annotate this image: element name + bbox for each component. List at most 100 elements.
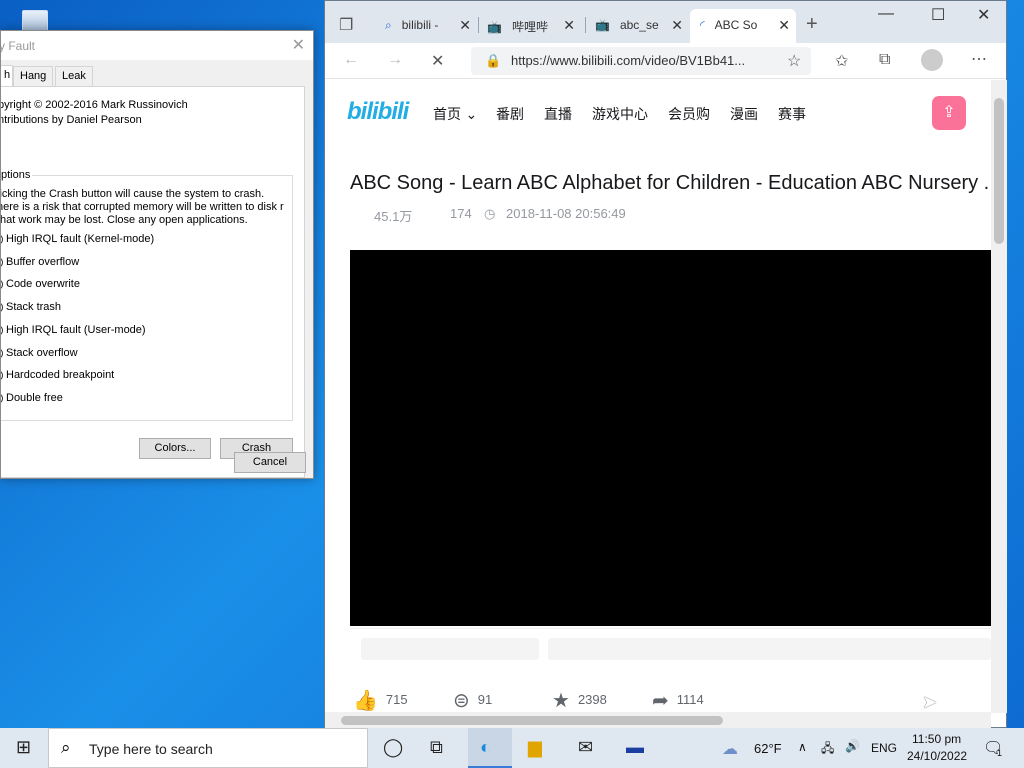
forward-icon[interactable]: → — [387, 51, 403, 69]
clock-date[interactable]: 24/10/2022 — [907, 749, 967, 763]
close-tab-icon[interactable]: ✕ — [778, 17, 790, 34]
tab-hang[interactable]: Hang — [13, 66, 54, 86]
radio-selected-icon[interactable] — [1, 233, 3, 245]
skeleton-placeholder — [548, 638, 991, 660]
option-radio[interactable]: Double free — [1, 392, 63, 408]
coin-button[interactable]: ⊜ 91 — [453, 688, 492, 712]
star-icon: ★ — [552, 690, 570, 712]
nav-manga[interactable]: 漫画 — [730, 104, 758, 124]
weather-cloud-icon[interactable]: ☁ — [722, 739, 738, 759]
horizontal-scrollbar[interactable] — [325, 712, 991, 728]
windows-start-icon[interactable]: ⊞ — [16, 737, 31, 758]
edge-icon: ◐ — [480, 737, 491, 757]
option-radio[interactable]: High IRQL fault (User-mode) — [1, 324, 146, 340]
search-icon: ⌕ — [61, 738, 71, 757]
crash-panel: pyright © 2002-2016 Mark Russinovich ntr… — [0, 86, 305, 478]
mouse-pointer-icon: ➤ — [922, 692, 938, 712]
vertical-scrollbar[interactable] — [991, 80, 1007, 713]
copyright-text: pyright © 2002-2016 Mark Russinovich — [0, 99, 188, 111]
radio-icon[interactable] — [1, 369, 3, 381]
network-icon[interactable]: 🖧 — [821, 739, 834, 760]
radio-icon[interactable] — [1, 347, 3, 359]
notmyfault-app-icon[interactable]: ▬ — [626, 737, 644, 758]
cancel-button[interactable]: Cancel — [234, 452, 306, 473]
stop-loading-icon[interactable]: ✕ — [431, 51, 444, 71]
notmyfault-window: y Fault ✕ h Hang Leak pyright © 2002-201… — [0, 30, 314, 479]
favorite-button[interactable]: ★ 2398 — [552, 688, 607, 712]
edge-taskbar-button[interactable]: ◐ — [468, 728, 512, 768]
close-tab-icon[interactable]: ✕ — [563, 17, 575, 34]
more-menu-icon[interactable]: ⋯ — [971, 49, 987, 69]
minimize-icon[interactable]: — — [878, 5, 894, 23]
nav-live[interactable]: 直播 — [544, 104, 572, 124]
options-group: ptions licking the Crash button will cau… — [1, 169, 293, 421]
browser-tab-active[interactable]: ◜ ABC So ✕ — [690, 9, 796, 43]
share-button[interactable]: ➦ 1114 — [652, 688, 704, 712]
radio-icon[interactable] — [1, 324, 3, 336]
like-button[interactable]: 👍 715 — [353, 688, 408, 712]
cortana-icon[interactable]: ◯ — [383, 737, 403, 758]
upload-icon[interactable]: ⇪ — [932, 96, 966, 130]
close-icon[interactable]: ✕ — [292, 35, 305, 55]
collections-icon[interactable]: ⧉ — [879, 51, 890, 69]
loading-spinner-icon: ◜ — [700, 18, 705, 32]
url-text: https://www.bilibili.com/video/BV1Bb41..… — [511, 53, 746, 68]
share-arrow-icon: ➦ — [652, 690, 669, 712]
weather-temp[interactable]: 62°F — [754, 741, 782, 756]
clock-icon: ◷ — [484, 206, 496, 221]
close-tab-icon[interactable]: ✕ — [459, 17, 471, 34]
nav-shop[interactable]: 会员购 — [668, 104, 710, 124]
tab-bar: ❐ ⌕ bilibili - ✕ 📺 哔哩哔 ✕ 📺 abc_se ✕ ◜ ABC So ✕ +… — [325, 1, 1006, 43]
web-page: bilibili 首页 ⌄ 番剧 直播 游戏中心 会员购 漫画 赛事 ⇪ ABC… — [325, 80, 991, 712]
chevron-up-icon[interactable]: ∧ — [798, 740, 807, 754]
nav-home[interactable]: 首页 ⌄ — [433, 104, 477, 124]
url-field[interactable]: 🔒 https://www.bilibili.com/video/BV1Bb41… — [471, 47, 811, 75]
option-radio[interactable]: Buffer overflow — [1, 256, 79, 272]
browser-tab[interactable]: 📺 哔哩哔 ✕ — [481, 9, 581, 43]
nav-esports[interactable]: 赛事 — [778, 104, 806, 124]
browser-window: ❐ ⌕ bilibili - ✕ 📺 哔哩哔 ✕ 📺 abc_se ✕ ◜ ABC So ✕ +… — [324, 0, 1007, 728]
close-tab-icon[interactable]: ✕ — [671, 17, 683, 34]
title-bar: y Fault ✕ — [1, 31, 313, 60]
lock-icon[interactable]: 🔒 — [485, 53, 501, 69]
favorites-icon[interactable]: ✩ — [835, 51, 848, 71]
address-bar: ← → ✕ 🔒 https://www.bilibili.com/video/B… — [325, 43, 1006, 79]
tab-actions-icon[interactable]: ❐ — [339, 15, 353, 35]
browser-tab[interactable]: 📺 abc_se ✕ — [589, 9, 689, 43]
new-tab-icon[interactable]: + — [806, 13, 818, 36]
taskbar-search[interactable]: ⌕ Type here to search — [48, 728, 368, 768]
nav-anime[interactable]: 番剧 — [496, 104, 524, 124]
mail-icon[interactable]: ✉ — [578, 737, 593, 758]
bilibili-logo[interactable]: bilibili — [347, 98, 409, 126]
option-radio[interactable]: High IRQL fault (Kernel-mode) — [1, 233, 154, 249]
radio-icon[interactable] — [1, 256, 3, 268]
file-explorer-icon[interactable]: ▆ — [528, 737, 542, 758]
colors-button[interactable]: Colors... — [139, 438, 211, 459]
option-radio[interactable]: Hardcoded breakpoint — [1, 369, 114, 385]
volume-icon[interactable]: 🔊 — [845, 739, 860, 753]
coin-icon: ⊜ — [453, 690, 470, 712]
maximize-icon[interactable]: ☐ — [931, 5, 945, 25]
bilibili-tv-icon: 📺 — [595, 18, 610, 32]
option-radio[interactable]: Stack overflow — [1, 347, 78, 363]
bilibili-tv-icon: 📺 — [487, 20, 502, 34]
task-view-icon[interactable]: ⧉ — [430, 737, 443, 758]
option-radio[interactable]: Stack trash — [1, 301, 61, 317]
radio-icon[interactable] — [1, 392, 3, 404]
nav-game-center[interactable]: 游戏中心 — [592, 104, 648, 124]
language-indicator[interactable]: ENG — [871, 741, 897, 755]
search-icon: ⌕ — [385, 18, 392, 32]
option-radio[interactable]: Code overwrite — [1, 278, 80, 294]
radio-icon[interactable] — [1, 301, 3, 313]
tab-leak[interactable]: Leak — [55, 66, 93, 86]
close-window-icon[interactable]: ✕ — [977, 5, 990, 25]
back-icon[interactable]: ← — [343, 51, 359, 69]
clock-time[interactable]: 11:50 pm — [912, 732, 961, 746]
danmaku-count: 174 — [450, 206, 472, 221]
tab-crash[interactable]: h — [1, 65, 13, 87]
radio-icon[interactable] — [1, 278, 3, 290]
add-favorite-icon[interactable]: ☆ — [787, 51, 801, 71]
video-player[interactable] — [350, 250, 991, 626]
browser-tab[interactable]: ⌕ bilibili - ✕ — [377, 9, 477, 43]
profile-avatar-icon[interactable] — [921, 49, 943, 71]
